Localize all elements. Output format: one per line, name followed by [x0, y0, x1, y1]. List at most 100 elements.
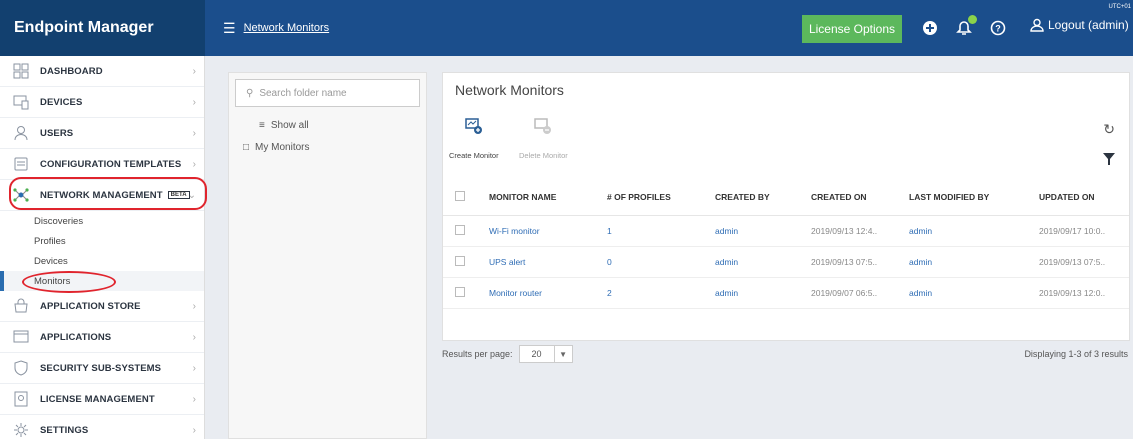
column-header[interactable]: LAST MODIFIED BY	[909, 179, 1039, 216]
column-header[interactable]: MONITOR NAME	[489, 179, 607, 216]
chevron-right-icon: ›	[192, 65, 196, 77]
chevron-right-icon: ›	[192, 127, 196, 139]
breadcrumb[interactable]: Network Monitors	[244, 22, 330, 34]
settings-icon	[12, 421, 30, 439]
chevron-right-icon: ›	[192, 300, 196, 312]
applications-icon	[12, 328, 30, 346]
store-icon	[12, 297, 30, 315]
sidebar-item-label: LICENSE MANAGEMENT	[40, 393, 155, 405]
sidebar-subitem-discoveries[interactable]: Discoveries	[0, 211, 204, 231]
refresh-icon[interactable]: ↻	[1103, 121, 1115, 138]
delete-monitor-icon	[534, 117, 552, 135]
column-header[interactable]: # OF PROFILES	[607, 179, 715, 216]
chevron-right-icon: ›	[192, 362, 196, 374]
column-header[interactable]: CREATED BY	[715, 179, 811, 216]
search-placeholder: Search folder name	[259, 87, 347, 99]
chevron-down-icon[interactable]: ▼	[554, 345, 573, 363]
templates-icon	[12, 155, 30, 173]
row-checkbox[interactable]	[455, 255, 465, 266]
notification-badge	[968, 15, 977, 24]
last-modified-by-link[interactable]: admin	[909, 246, 1039, 278]
chevron-right-icon: ›	[192, 424, 196, 436]
row-checkbox[interactable]	[455, 286, 465, 297]
chevron-right-icon: ›	[192, 393, 196, 405]
delete-monitor-label: Delete Monitor	[519, 151, 568, 160]
select-all-checkbox[interactable]	[455, 190, 465, 201]
help-icon[interactable]: ?	[990, 20, 1006, 36]
sidebar-item-label: APPLICATIONS	[40, 331, 112, 343]
last-modified-by-link[interactable]: admin	[909, 215, 1039, 247]
folder-search-input[interactable]: ⚲ Search folder name	[235, 79, 420, 107]
show-all-label: Show all	[270, 119, 309, 131]
sidebar-item-label: USERS	[40, 127, 74, 139]
sidebar-item-applications[interactable]: APPLICATIONS ›	[0, 322, 204, 353]
created-by-link[interactable]: admin	[715, 215, 811, 247]
row-checkbox[interactable]	[455, 224, 465, 235]
table-row[interactable]: Monitor router 2 admin 2019/09/07 06:5..…	[443, 277, 1129, 309]
page-title: Network Monitors	[455, 82, 564, 98]
app-title[interactable]: Endpoint Manager	[0, 0, 205, 56]
highlight-ring	[22, 271, 116, 293]
table-row[interactable]: Wi-Fi monitor 1 admin 2019/09/13 12:4.. …	[443, 215, 1129, 247]
svg-text:?: ?	[995, 24, 1001, 34]
menu-icon[interactable]: ☰	[223, 20, 236, 37]
sidebar-item-devices[interactable]: DEVICES ›	[0, 87, 204, 118]
folder-icon: □	[243, 141, 250, 153]
results-per-page-select[interactable]: 20	[518, 345, 555, 363]
sidebar-item-users[interactable]: USERS ›	[0, 118, 204, 149]
updated-on-cell: 2019/09/17 10:0..	[1039, 215, 1129, 247]
chevron-right-icon: ›	[192, 158, 196, 170]
sidebar-item-application-store[interactable]: APPLICATION STORE ›	[0, 291, 204, 322]
updated-on-cell: 2019/09/13 12:0..	[1039, 277, 1129, 309]
filter-icon[interactable]	[1103, 153, 1115, 165]
sidebar-item-label: SECURITY SUB-SYSTEMS	[40, 362, 162, 374]
pagination-bar: Results per page: 20 ▼ Displaying 1-3 of…	[442, 341, 1132, 367]
user-icon	[1030, 18, 1044, 32]
license-icon	[12, 390, 30, 408]
logout-label: Logout (admin)	[1048, 18, 1129, 32]
monitor-name-link[interactable]: Monitor router	[489, 277, 607, 309]
sidebar-item-settings[interactable]: SETTINGS ›	[0, 415, 204, 439]
logout-button[interactable]: Logout (admin)	[1030, 18, 1129, 32]
table-header-row: MONITOR NAME # OF PROFILES CREATED BY CR…	[443, 179, 1129, 216]
created-by-link[interactable]: admin	[715, 277, 811, 309]
monitors-panel: Network Monitors Create Monitor Delete M…	[442, 72, 1130, 341]
sidebar-item-label: DASHBOARD	[40, 65, 103, 77]
dashboard-icon	[12, 62, 30, 80]
sidebar-subitem-devices[interactable]: Devices	[0, 251, 204, 271]
created-on-cell: 2019/09/13 07:5..	[811, 246, 909, 278]
profiles-count-link[interactable]: 2	[607, 277, 715, 309]
monitor-name-link[interactable]: UPS alert	[489, 246, 607, 278]
profiles-count-link[interactable]: 1	[607, 215, 715, 247]
sidebar-item-label: APPLICATION STORE	[40, 300, 141, 312]
column-header[interactable]: CREATED ON	[811, 179, 909, 216]
sidebar-item-configuration-templates[interactable]: CONFIGURATION TEMPLATES ›	[0, 149, 204, 180]
table-row[interactable]: UPS alert 0 admin 2019/09/13 07:5.. admi…	[443, 246, 1129, 278]
profiles-count-link[interactable]: 0	[607, 246, 715, 278]
show-all-folders[interactable]: ≡ Show all	[229, 113, 426, 137]
created-on-cell: 2019/09/13 12:4..	[811, 215, 909, 247]
top-bar: Endpoint Manager ☰ Network Monitors Lice…	[0, 0, 1133, 56]
column-header[interactable]: UPDATED ON	[1039, 179, 1129, 216]
results-per-page-label: Results per page:	[442, 349, 513, 359]
monitors-table: MONITOR NAME # OF PROFILES CREATED BY CR…	[443, 179, 1129, 309]
last-modified-by-link[interactable]: admin	[909, 277, 1039, 309]
delete-monitor-button[interactable]: Delete Monitor	[519, 117, 568, 160]
created-on-cell: 2019/09/07 06:5..	[811, 277, 909, 309]
sidebar-item-license-management[interactable]: LICENSE MANAGEMENT ›	[0, 384, 204, 415]
folder-tree-icon: ≡	[259, 119, 265, 131]
sidebar-item-label: CONFIGURATION TEMPLATES	[40, 158, 182, 170]
monitor-name-link[interactable]: Wi-Fi monitor	[489, 215, 607, 247]
folder-my-monitors[interactable]: □ My Monitors	[229, 137, 426, 157]
sidebar-item-dashboard[interactable]: DASHBOARD ›	[0, 56, 204, 87]
timezone-label: UTC+01	[1108, 4, 1131, 10]
highlight-ring	[9, 177, 207, 210]
created-by-link[interactable]: admin	[715, 246, 811, 278]
notifications-icon[interactable]	[956, 15, 977, 36]
sidebar-item-security-sub-systems[interactable]: SECURITY SUB-SYSTEMS ›	[0, 353, 204, 384]
create-monitor-button[interactable]: Create Monitor	[449, 117, 499, 160]
license-options-button[interactable]: License Options	[802, 15, 902, 43]
add-device-icon[interactable]	[922, 20, 938, 36]
sidebar-subitem-profiles[interactable]: Profiles	[0, 231, 204, 251]
users-icon	[12, 124, 30, 142]
